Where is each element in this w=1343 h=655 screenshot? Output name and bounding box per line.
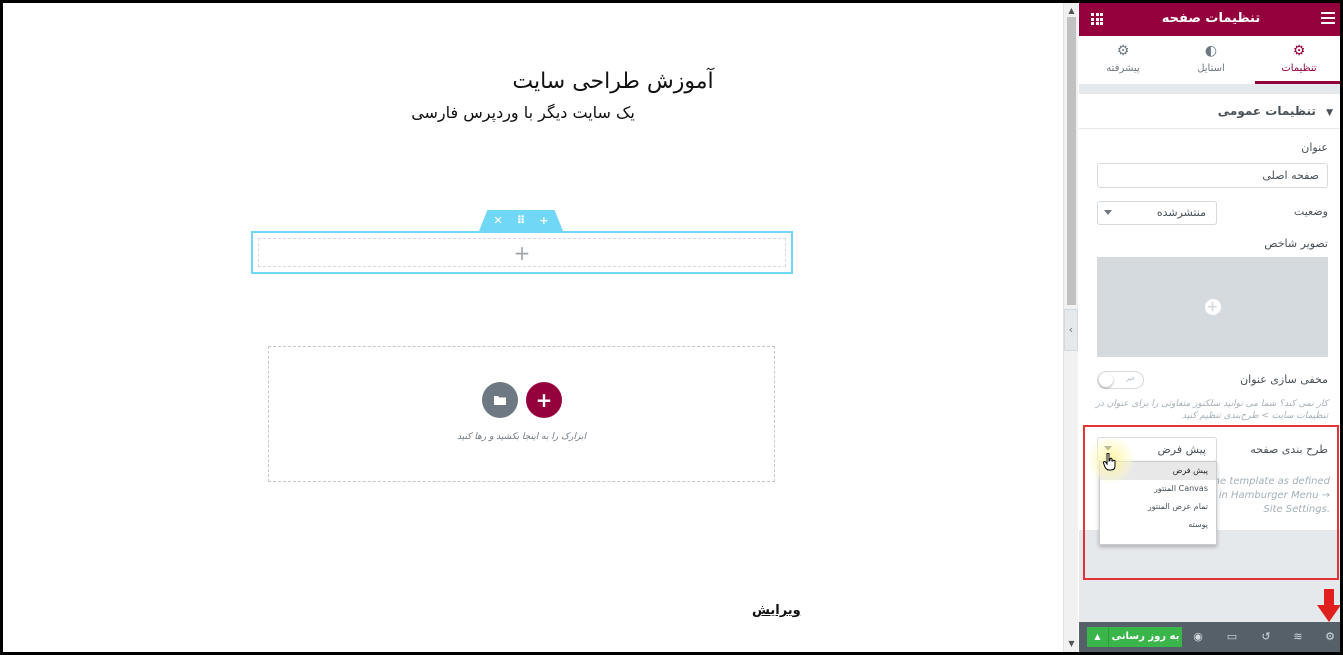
site-tagline: یک سایت دیگر با وردپرس فارسی [411,103,635,122]
eye-icon[interactable]: ◉ [1191,630,1205,644]
status-value: منتشرشده [1156,206,1206,219]
status-label: وضعیت [1293,205,1328,218]
responsive-icon[interactable]: ▭ [1225,630,1239,644]
gear-icon[interactable]: ⚙ [1323,630,1337,644]
layout-description: The template as defined in Hamburger Men… [1207,476,1330,515]
add-section-button[interactable]: + [526,382,562,418]
dropzone-hint: ابزارک را به اینجا بکشید و رها کنید [457,432,586,442]
featured-image-label: تصویر شاخص [1264,237,1328,250]
status-select[interactable]: منتشرشده [1097,201,1217,225]
section-general-settings[interactable]: ▼ تنظیمات عمومی [1079,94,1340,129]
layout-label: طرح بندی صفحه [1250,443,1328,456]
plus-icon: + [1204,299,1221,315]
panel-title: تنظیمات صفحه [1161,11,1261,26]
hide-title-label: مخفی سازی عنوان [1240,373,1328,386]
hand-cursor-icon [1103,453,1116,471]
panel-footer: ▲ به روز رسانی ◉ ▭ ↺ ≋ ⚙ [1079,622,1340,652]
tab-label: تنظیمات [1281,62,1317,74]
layers-icon[interactable]: ≋ [1291,630,1305,644]
toggle-text: خیر [1126,375,1135,382]
layout-option-full-width[interactable]: تمام عرض المنتور [1100,498,1216,516]
toggle-knob [1099,373,1113,387]
caret-down-icon: ▼ [1326,108,1333,118]
add-widget-icon[interactable]: + [514,241,531,265]
tab-label: پیشرفته [1106,62,1140,74]
scroll-down-icon[interactable]: ▼ [1064,638,1079,650]
add-template-button[interactable] [482,382,518,418]
site-title: آموزش طراحی سایت [512,69,714,94]
add-section-dropzone[interactable] [268,346,775,482]
panel-header: تنظیمات صفحه [1079,3,1340,36]
tab-settings[interactable]: ⚙ تنظیمات [1255,36,1340,84]
title-label: عنوان [1301,141,1328,154]
settings-panel: تنظیمات صفحه ⚙ تنظیمات ◐ استایل ⚙ پیشرفت… [1079,3,1340,652]
gear-icon: ⚙ [1116,42,1130,59]
panel-collapse-toggle[interactable]: ‹ [1064,309,1078,351]
title-input[interactable] [1097,163,1328,188]
empty-column[interactable]: + [258,238,786,267]
update-options-button[interactable]: ▲ [1087,627,1109,647]
tab-style[interactable]: ◐ استایل [1167,36,1255,84]
update-button[interactable]: به روز رسانی [1109,627,1182,647]
edit-link[interactable]: ویرایش [752,603,801,618]
layout-value: پیش فرض [1157,443,1206,456]
close-icon[interactable]: ✕ [493,214,502,227]
tab-advanced[interactable]: ⚙ پیشرفته [1079,36,1167,84]
layout-option-theme[interactable]: پوسته [1100,516,1216,534]
apps-grid-icon[interactable] [1091,13,1103,25]
hamburger-menu-icon[interactable] [1321,12,1335,24]
section-title: تنظیمات عمومی [1217,104,1316,118]
chevron-down-icon [1104,210,1112,215]
history-icon[interactable]: ↺ [1259,630,1273,644]
preview-canvas: آموزش طراحی سایت یک سایت دیگر با وردپرس … [3,3,1063,652]
tab-label: استایل [1197,62,1225,74]
scroll-up-icon[interactable]: ▲ [1064,5,1079,17]
panel-tabs: ⚙ تنظیمات ◐ استایل ⚙ پیشرفته [1079,36,1340,84]
section-handle[interactable]: ✕ ⠿ + [479,210,563,231]
featured-image-picker[interactable]: + [1097,257,1328,357]
hide-title-toggle[interactable]: خیر [1097,371,1144,389]
drag-icon[interactable]: ⠿ [517,214,526,227]
plus-icon[interactable]: + [539,214,548,227]
half-circle-icon: ◐ [1204,42,1218,59]
gear-icon: ⚙ [1292,42,1306,59]
folder-icon [494,396,506,405]
editor-window: آموزش طراحی سایت یک سایت دیگر با وردپرس … [0,0,1343,655]
arrow-down-icon [1317,589,1340,622]
scrollbar-thumb[interactable] [1067,17,1076,305]
update-group: ▲ به روز رسانی [1087,627,1182,647]
hide-title-help: کار نمی کند؟ شما می توانید سلکتور متفاوت… [1095,399,1328,421]
empty-section[interactable]: + [251,231,793,274]
